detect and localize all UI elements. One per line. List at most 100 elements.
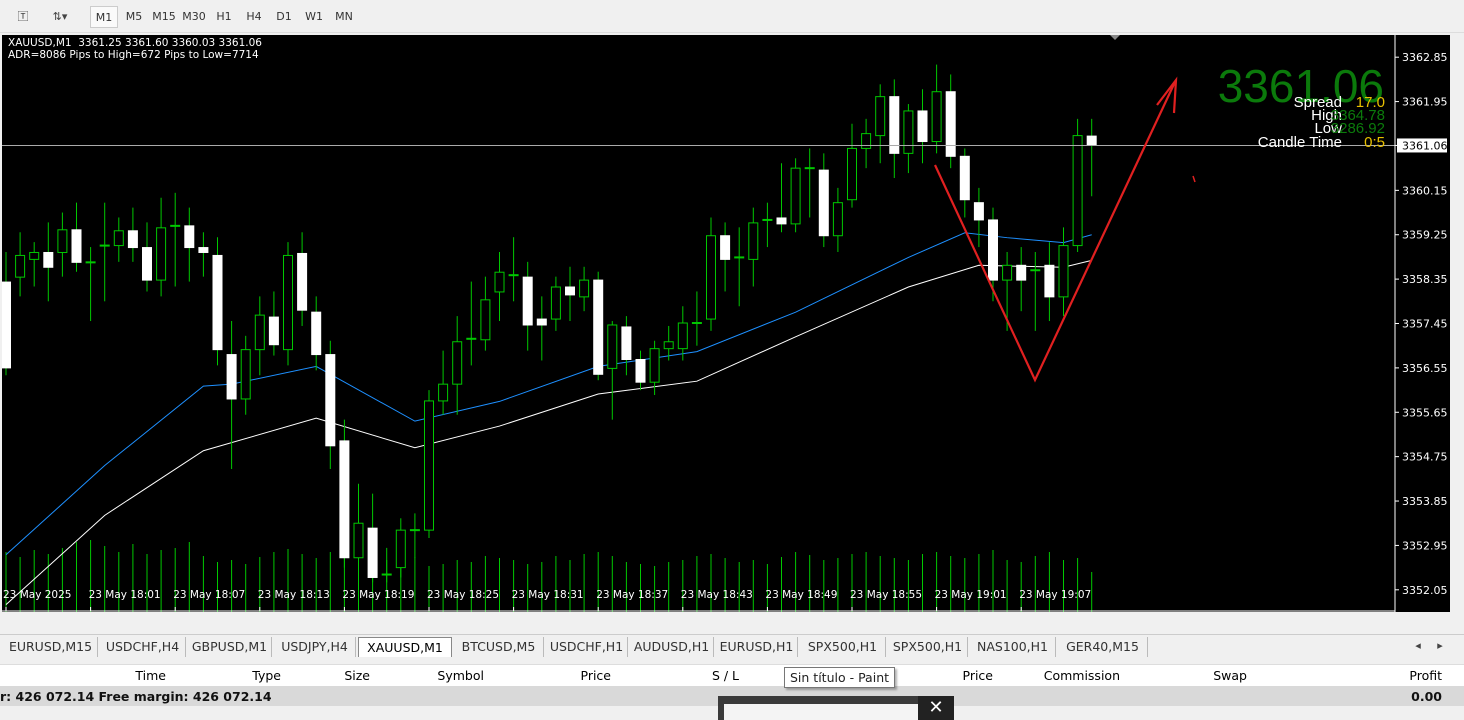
- x-tick-label: 23 May 18:01: [89, 589, 161, 601]
- y-tick-label: 3358.35: [1402, 273, 1448, 286]
- x-tick-label: 23 May 18:31: [512, 589, 584, 601]
- bullish-candle: [57, 229, 68, 253]
- column-header[interactable]: Size: [344, 668, 370, 683]
- x-tick-label: 23 May 18:43: [681, 589, 753, 601]
- column-header[interactable]: Swap: [1213, 668, 1247, 683]
- bullish-candle: [706, 235, 716, 320]
- symbol-tabs: ◂ ▸ EURUSD,M15 USDCHF,H4 GBPUSD,M1 USDJPY,H…: [0, 634, 1464, 658]
- y-tick-label: 3359.25: [1402, 229, 1448, 242]
- timeframe-d1[interactable]: D1: [270, 6, 298, 28]
- x-tick-label: 23 May 18:55: [850, 589, 922, 601]
- bearish-candle: [522, 276, 533, 326]
- price-chart[interactable]: 3362.85 3361.95 3361.06 3360.15 3359.25 3358.…: [2, 35, 1450, 612]
- timeframe-w1[interactable]: W1: [300, 6, 328, 28]
- text-tool-icon[interactable]: 🅃: [12, 6, 34, 28]
- x-tick-label: 23 May 18:13: [258, 589, 330, 601]
- bullish-candle: [691, 322, 702, 325]
- bearish-candle: [818, 169, 829, 237]
- column-header[interactable]: S / L: [712, 668, 739, 683]
- timeframe-m30[interactable]: M30: [180, 6, 208, 28]
- bullish-candle: [113, 230, 124, 247]
- column-header[interactable]: Price: [963, 668, 994, 683]
- bearish-candle: [565, 286, 575, 296]
- candle-time-value: 0:5: [1364, 134, 1385, 151]
- x-tick-label: 23 May 18:07: [173, 589, 245, 601]
- bullish-candle: [381, 573, 392, 576]
- symbol-tab[interactable]: BTCUSD,M5: [454, 637, 544, 657]
- symbol-tab[interactable]: USDCHF,H1: [546, 637, 628, 657]
- bullish-candle: [861, 133, 872, 149]
- symbol-tab[interactable]: GER40,M15: [1058, 637, 1148, 657]
- column-header[interactable]: Profit: [1409, 668, 1442, 683]
- tabs-scroll-left-icon[interactable]: ◂: [1410, 635, 1426, 657]
- symbol-tab[interactable]: NAS100,H1: [970, 637, 1056, 657]
- bearish-candle: [917, 110, 928, 143]
- column-header[interactable]: Type: [252, 668, 281, 683]
- bearish-candle: [325, 354, 336, 447]
- timeframe-h1[interactable]: H1: [210, 6, 238, 28]
- symbol-tab[interactable]: USDCHF,H4: [100, 637, 186, 657]
- bullish-candle: [748, 222, 759, 260]
- bullish-candle: [875, 96, 886, 137]
- bullish-candle: [409, 529, 420, 532]
- bearish-candle: [71, 229, 82, 263]
- bearish-candle: [226, 354, 237, 400]
- bullish-candle: [85, 261, 96, 264]
- annotation-arrow: [934, 81, 1176, 383]
- bullish-candle: [395, 529, 406, 569]
- bearish-candle: [311, 311, 322, 356]
- symbol-tab[interactable]: AUDUSD,H1: [630, 637, 714, 657]
- timeframe-m15[interactable]: M15: [150, 6, 178, 28]
- preview-thumbnail: [724, 704, 918, 720]
- annotation-arrowhead: [1156, 76, 1178, 114]
- bullish-candle: [804, 167, 815, 170]
- column-header[interactable]: Time: [135, 668, 166, 683]
- symbol-tab[interactable]: XAUUSD,M1: [358, 637, 452, 657]
- bullish-candle: [452, 341, 463, 385]
- tabs-scroll-right-icon[interactable]: ▸: [1432, 635, 1448, 657]
- symbol-tab[interactable]: SPX500,H1: [888, 637, 968, 657]
- bullish-candle: [240, 349, 251, 400]
- symbol-tab[interactable]: EURUSD,H1: [716, 637, 798, 657]
- bearish-candle: [297, 252, 308, 311]
- bearish-candle: [1016, 264, 1027, 281]
- vertical-scrollbar[interactable]: [1452, 35, 1464, 635]
- timeframe-m1[interactable]: M1: [90, 6, 118, 28]
- y-tick-label: 3355.65: [1402, 406, 1448, 419]
- bullish-candle: [99, 244, 110, 247]
- bullish-candle: [762, 218, 773, 221]
- chart-info: XAUUSD,M1 3361.25 3361.60 3360.03 3361.0…: [8, 37, 262, 61]
- timeframe-mn[interactable]: MN: [330, 6, 358, 28]
- annotation-mark: [1192, 175, 1196, 183]
- close-preview-icon[interactable]: ✕: [918, 696, 954, 720]
- ma-slow-line: [5, 259, 1092, 605]
- bullish-candle: [1058, 245, 1069, 298]
- objects-dropdown-icon[interactable]: ⇅▾: [44, 6, 76, 28]
- timeframe-h4[interactable]: H4: [240, 6, 268, 28]
- symbol-tab[interactable]: USDJPY,H4: [274, 637, 356, 657]
- bearish-candle: [212, 254, 223, 351]
- bullish-candle: [466, 337, 477, 340]
- paint-window-preview[interactable]: ✕: [718, 696, 954, 720]
- bullish-candle: [15, 254, 26, 278]
- bearish-candle: [367, 527, 378, 578]
- toolbar: 🅃 ⇅▾ M1 M5 M15 M30 H1 H4 D1 W1 MN: [0, 0, 1464, 33]
- bearish-candle: [268, 316, 279, 346]
- bullish-candle: [579, 279, 590, 298]
- bullish-candle: [1072, 135, 1083, 247]
- bullish-candle: [903, 110, 914, 154]
- column-header[interactable]: Commission: [1044, 668, 1120, 683]
- timeframe-m5[interactable]: M5: [120, 6, 148, 28]
- bullish-candle: [353, 522, 364, 559]
- column-header[interactable]: Symbol: [437, 668, 484, 683]
- symbol-tab[interactable]: SPX500,H1: [800, 637, 886, 657]
- y-tick-label: 3361.95: [1402, 96, 1448, 109]
- symbol-tab[interactable]: EURUSD,M15: [4, 637, 98, 657]
- bearish-candle: [2, 281, 11, 369]
- column-header[interactable]: Price: [581, 668, 612, 683]
- bearish-candle: [945, 91, 956, 157]
- bullish-candle: [1002, 264, 1013, 281]
- symbol-tab[interactable]: GBPUSD,M1: [188, 637, 272, 657]
- x-tick-label: 23 May 19:07: [1019, 589, 1091, 601]
- trade-table-header: Time Type Size Symbol Price S / L Price Commiss…: [0, 664, 1464, 686]
